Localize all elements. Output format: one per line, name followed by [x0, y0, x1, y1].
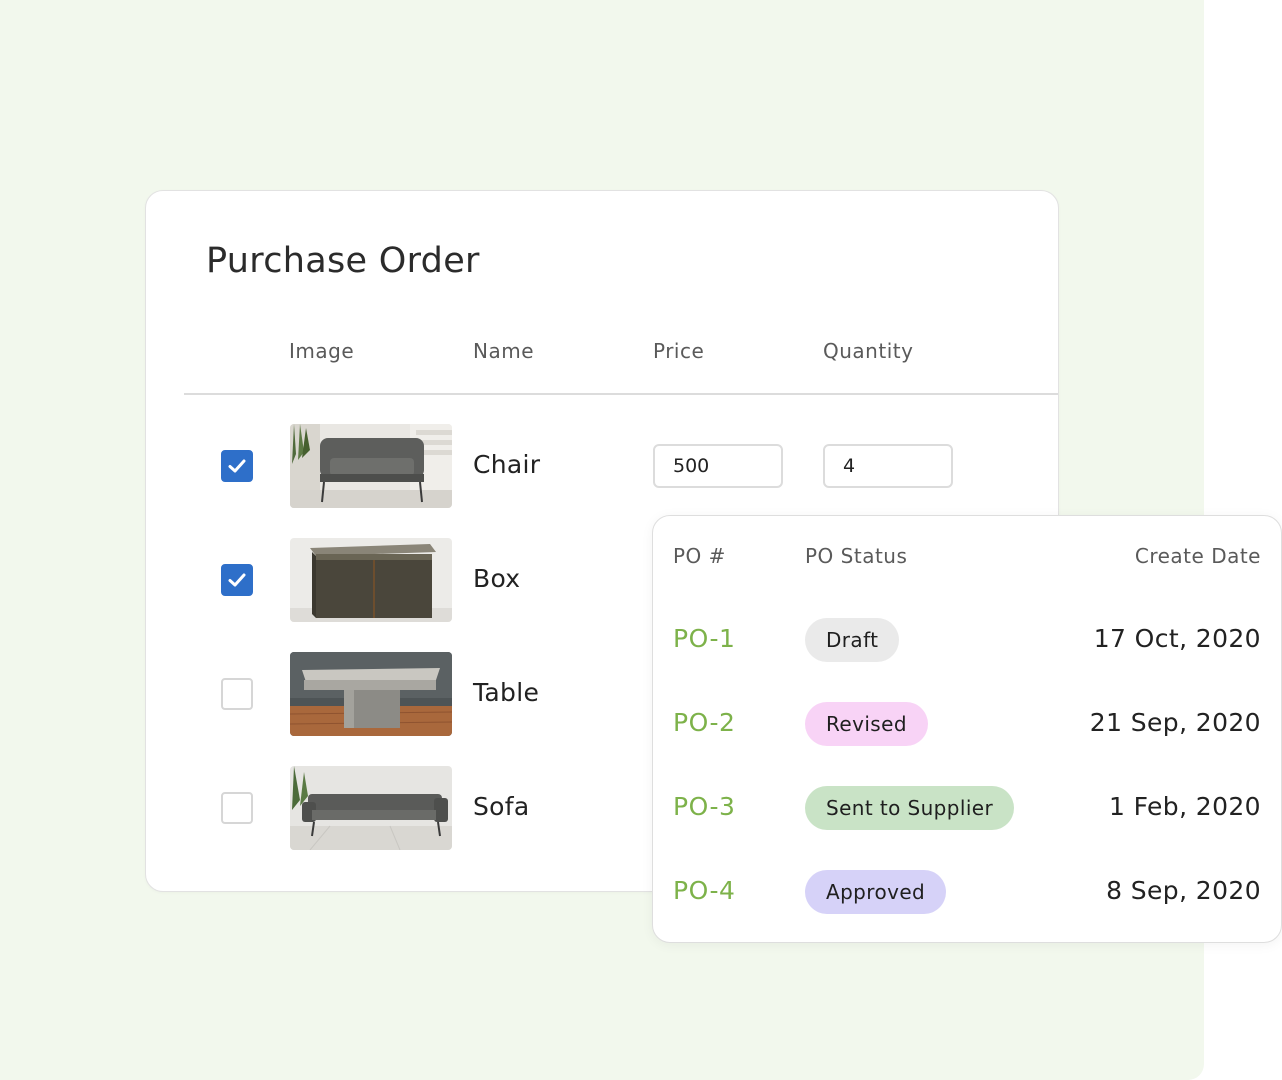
item-name: Box	[473, 564, 521, 593]
price-input[interactable]: 500	[653, 444, 783, 488]
sofa-photo	[290, 766, 452, 850]
row-checkbox[interactable]	[221, 450, 253, 482]
item-name: Chair	[473, 450, 541, 479]
column-header-quantity: Quantity	[823, 339, 914, 363]
po-number-link[interactable]: PO-4	[673, 876, 735, 905]
column-header-create-date: Create Date	[1134, 544, 1261, 568]
column-header-name: Name	[473, 339, 535, 363]
row-checkbox[interactable]	[221, 678, 253, 710]
table-row[interactable]: PO-4 Approved 8 Sep, 2020	[653, 870, 1281, 914]
po-number-link[interactable]: PO-2	[673, 708, 735, 737]
status-badge: Approved	[805, 870, 947, 914]
column-header-po-number: PO #	[673, 544, 726, 568]
create-date: 1 Feb, 2020	[1108, 792, 1261, 821]
column-header-image: Image	[289, 339, 355, 363]
chair-photo	[290, 424, 452, 508]
status-badge: Sent to Supplier	[805, 786, 1015, 830]
create-date: 17 Oct, 2020	[1093, 624, 1261, 653]
box-photo	[290, 538, 452, 622]
check-icon	[228, 459, 246, 473]
column-header-price: Price	[653, 339, 705, 363]
status-badge: Revised	[805, 702, 928, 746]
row-checkbox[interactable]	[221, 564, 253, 596]
table-row[interactable]: PO-1 Draft 17 Oct, 2020	[653, 618, 1281, 662]
table-row: Chair 500 4	[146, 424, 1058, 508]
status-badge: Draft	[805, 618, 900, 662]
column-header-po-status: PO Status	[805, 544, 908, 568]
create-date: 8 Sep, 2020	[1106, 876, 1261, 905]
table-row[interactable]: PO-3 Sent to Supplier 1 Feb, 2020	[653, 786, 1281, 830]
quantity-input[interactable]: 4	[823, 444, 953, 488]
table-photo	[290, 652, 452, 736]
po-status-card: PO # PO Status Create Date PO-1 Draft 17…	[652, 515, 1282, 943]
item-name: Table	[473, 678, 540, 707]
po-number-link[interactable]: PO-3	[673, 792, 735, 821]
table-row[interactable]: PO-2 Revised 21 Sep, 2020	[653, 702, 1281, 746]
create-date: 21 Sep, 2020	[1089, 708, 1261, 737]
row-checkbox[interactable]	[221, 792, 253, 824]
header-divider	[184, 393, 1058, 395]
item-name: Sofa	[473, 792, 530, 821]
check-icon	[228, 573, 246, 587]
page-title: Purchase Order	[206, 241, 480, 281]
po-number-link[interactable]: PO-1	[673, 624, 735, 653]
